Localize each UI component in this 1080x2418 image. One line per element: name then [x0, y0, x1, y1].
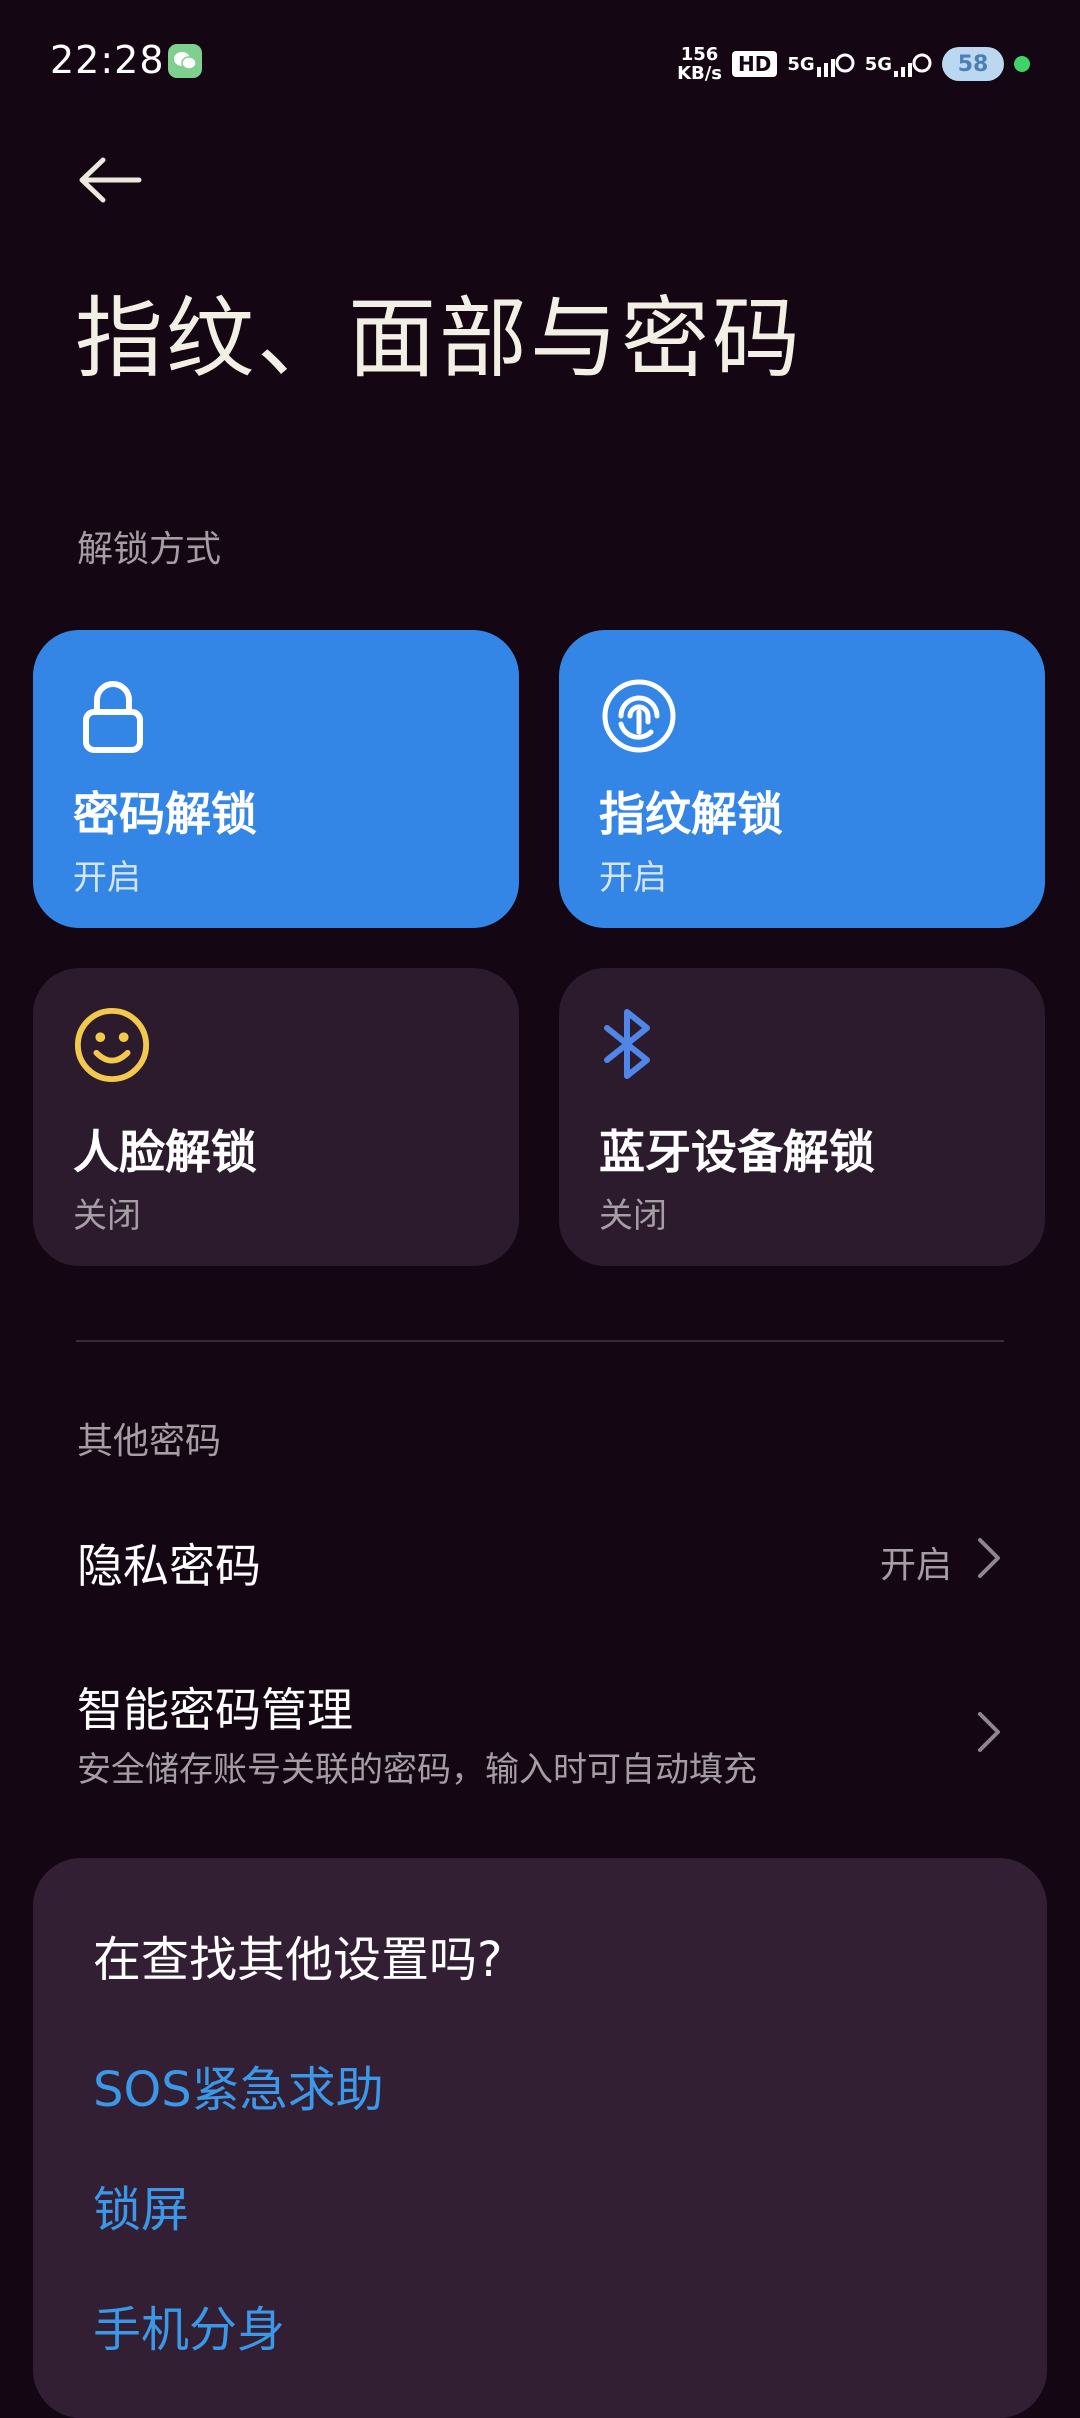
hd-voice-icon: HD	[732, 51, 778, 77]
bluetooth-unlock-card[interactable]: 蓝牙设备解锁 关闭	[559, 968, 1045, 1266]
card-status: 关闭	[599, 1196, 667, 1236]
chat-notification-icon	[168, 44, 202, 78]
status-bar: 22:28 156 KB/s HD 5G 5G 58	[0, 0, 1080, 130]
settings-suggestions-card: 在查找其他设置吗? SOS紧急求助 锁屏 手机分身	[33, 1858, 1047, 2418]
net-speed: 156 KB/s	[677, 45, 722, 83]
page-title: 指纹、面部与密码	[75, 287, 804, 390]
status-time: 22:28	[50, 38, 165, 82]
net-speed-unit: KB/s	[677, 63, 723, 84]
chevron-right-icon	[978, 1538, 1000, 1578]
signal-5g-icon-1: 5G	[787, 47, 855, 81]
bluetooth-icon	[604, 1009, 650, 1079]
net-speed-value: 156	[680, 44, 719, 65]
signal-5g-icon-2: 5G	[865, 47, 932, 81]
section-divider	[76, 1340, 1004, 1342]
section-label-other: 其他密码	[77, 1421, 222, 1462]
card-status: 关闭	[73, 1196, 141, 1236]
password-unlock-card[interactable]: 密码解锁 开启	[33, 630, 519, 928]
back-arrow-icon	[79, 157, 142, 203]
suggestion-link-sos[interactable]: SOS紧急求助	[93, 2050, 384, 2120]
card-title: 蓝牙设备解锁	[599, 1125, 875, 1179]
weather-icon: 58	[942, 47, 1004, 81]
row-title: 智能密码管理	[77, 1683, 353, 1737]
face-icon	[74, 1007, 150, 1083]
face-unlock-card[interactable]: 人脸解锁 关闭	[33, 968, 519, 1266]
row-title: 隐私密码	[77, 1539, 261, 1593]
card-status: 开启	[73, 858, 141, 898]
back-button[interactable]	[70, 145, 150, 215]
card-title: 密码解锁	[73, 787, 257, 841]
fingerprint-unlock-card[interactable]: 指纹解锁 开启	[559, 630, 1045, 928]
suggestions-title: 在查找其他设置吗?	[93, 1932, 503, 1988]
card-title: 指纹解锁	[599, 787, 783, 841]
lock-icon	[83, 681, 143, 753]
signal-label-2: 5G	[864, 53, 892, 75]
privacy-indicator-dot	[1014, 56, 1030, 72]
suggestion-link-lockscreen[interactable]: 锁屏	[93, 2170, 189, 2240]
card-status: 开启	[599, 858, 667, 898]
fingerprint-icon	[602, 679, 676, 753]
signal-label-1: 5G	[787, 53, 815, 75]
section-label-unlock: 解锁方式	[77, 529, 222, 570]
status-icons: 156 KB/s HD 5G 5G 58	[677, 38, 1030, 90]
smart-password-row[interactable]: 智能密码管理 安全储存账号关联的密码，输入时可自动填充	[0, 1660, 1080, 1810]
row-value: 开启	[879, 1545, 952, 1586]
privacy-password-row[interactable]: 隐私密码 开启	[0, 1500, 1080, 1620]
row-subtitle: 安全储存账号关联的密码，输入时可自动填充	[77, 1750, 757, 1790]
card-title: 人脸解锁	[73, 1125, 257, 1179]
suggestion-link-dual-apps[interactable]: 手机分身	[93, 2290, 285, 2360]
chevron-right-icon	[978, 1712, 1000, 1752]
